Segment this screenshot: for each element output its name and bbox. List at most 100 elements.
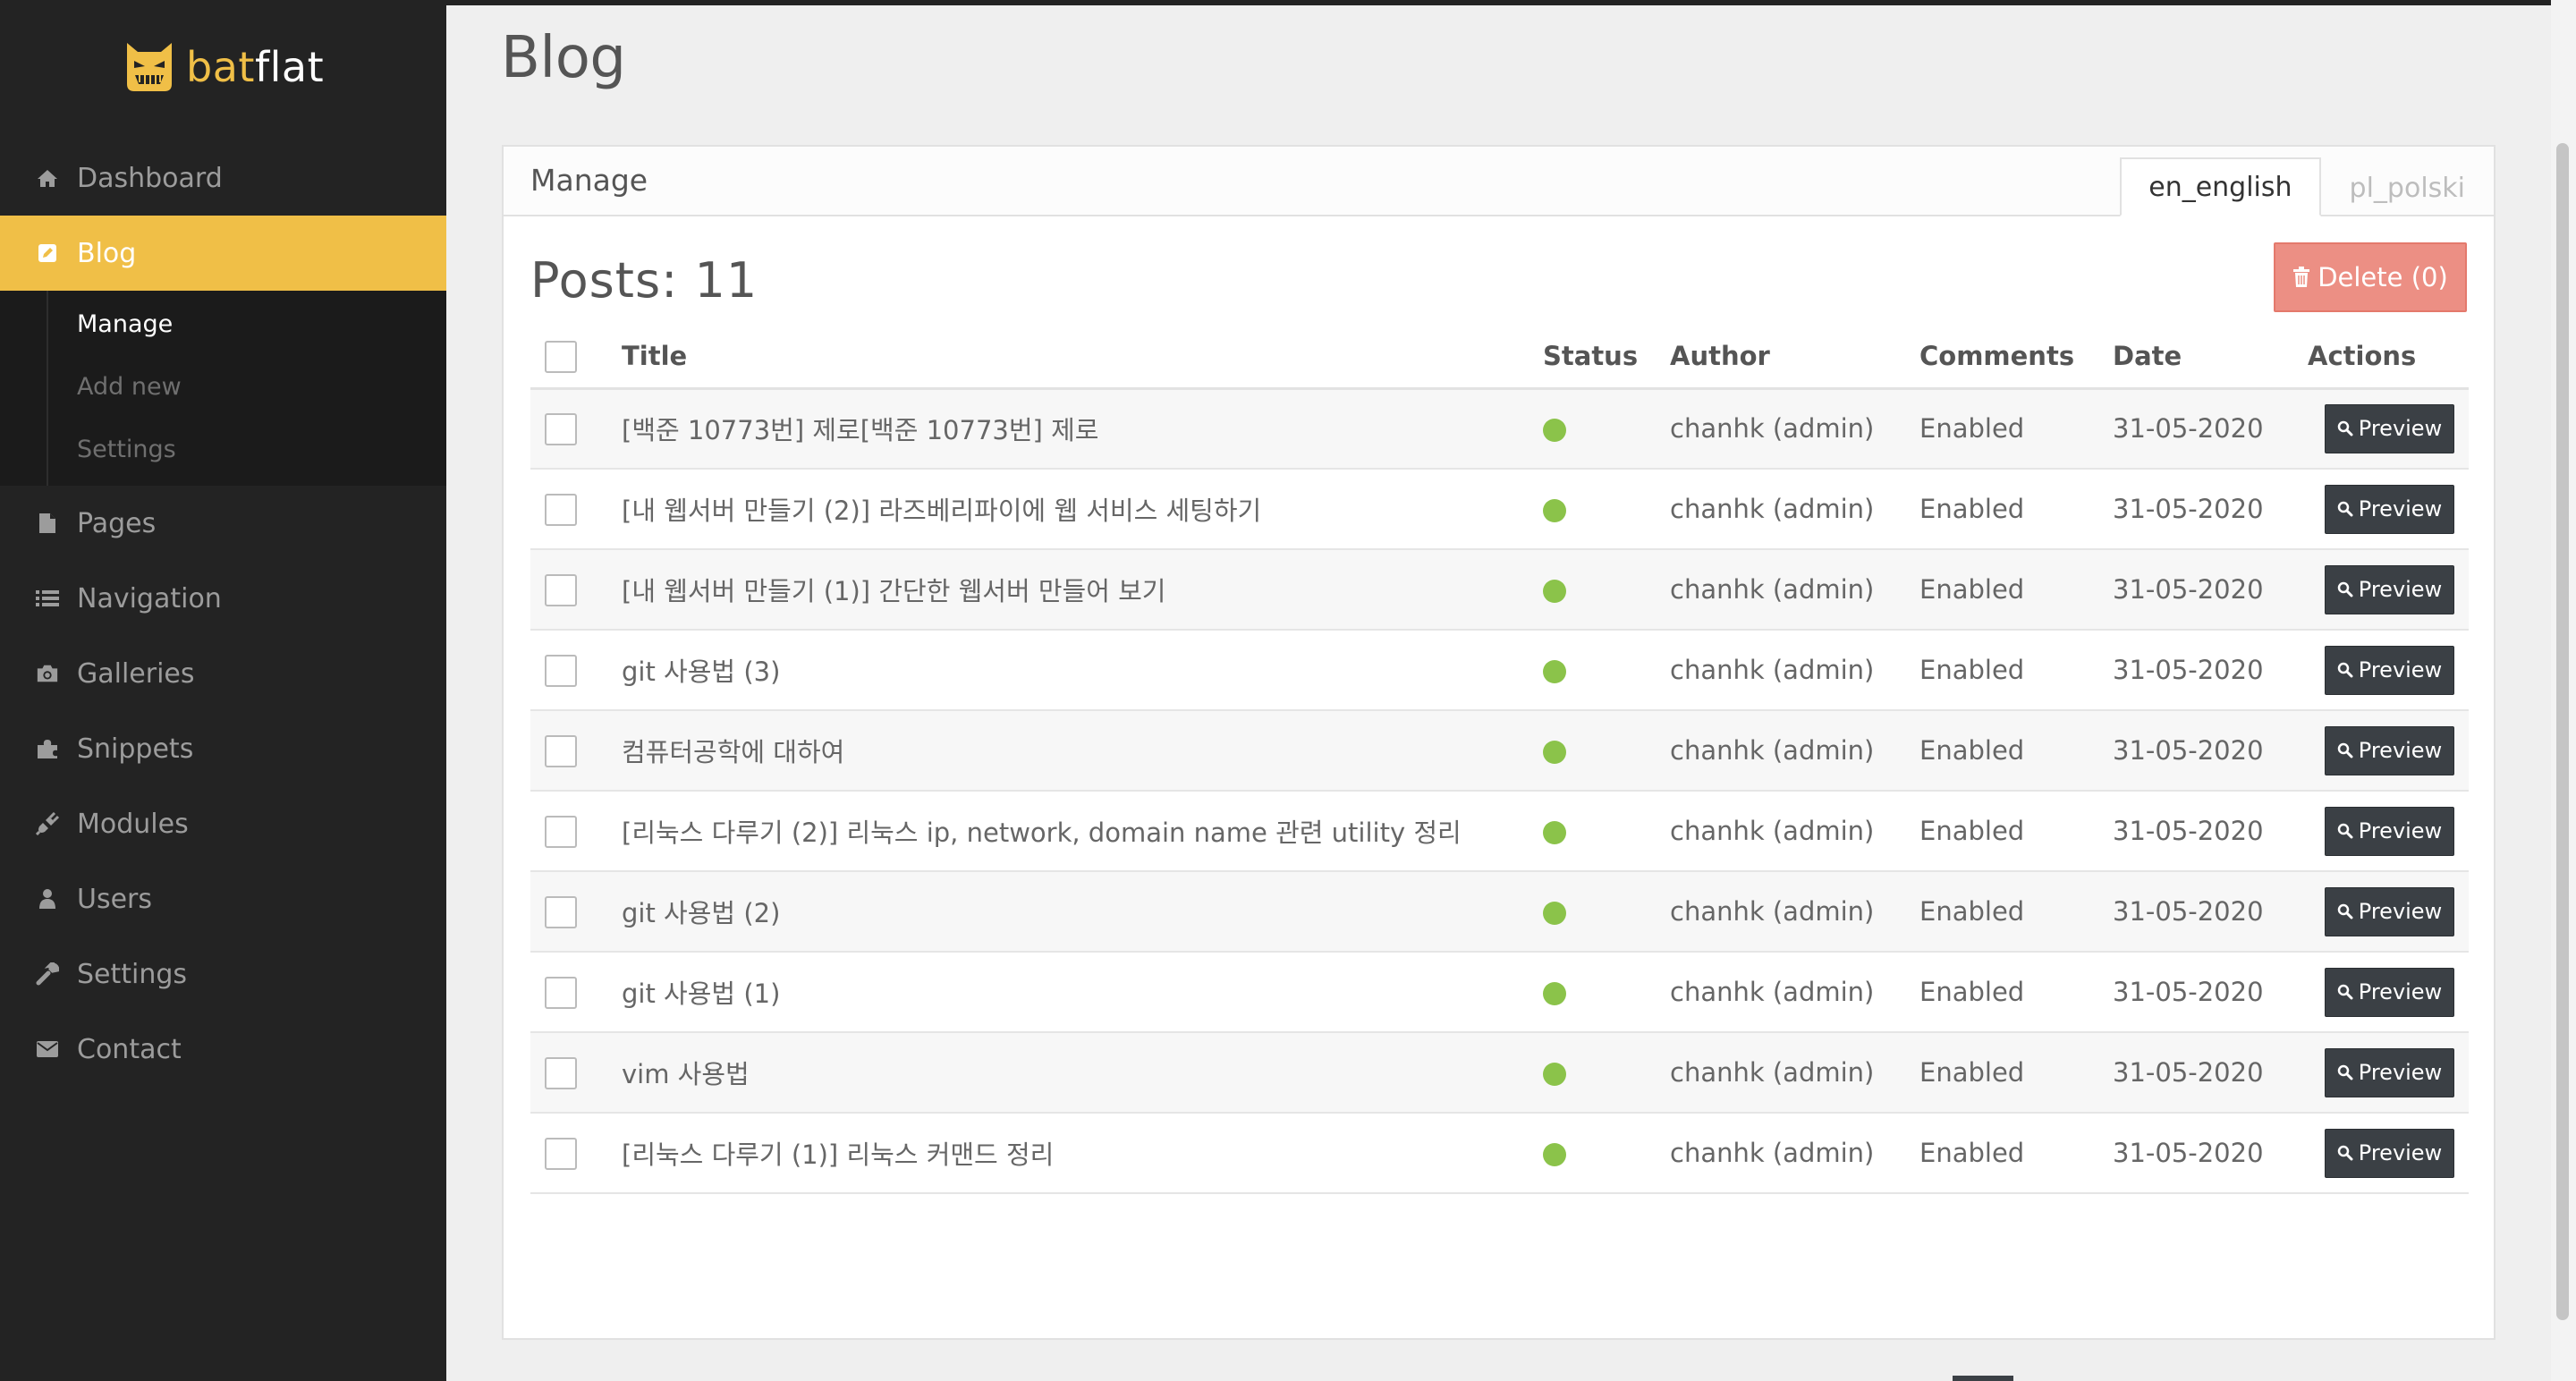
sidebar-item-label: Contact [77,1033,182,1065]
preview-button[interactable]: Preview [2325,886,2454,936]
preview-label: Preview [2358,1060,2443,1085]
table-row: [내 웹서버 만들기 (1)] 간단한 웹서버 만들어 보기 chanhk (ad… [530,549,2469,631]
row-select-cell [530,630,622,711]
preview-label: Preview [2358,416,2443,442]
tab-pl-polski[interactable]: pl_polski [2321,157,2494,216]
post-comments: Enabled [1919,710,2113,792]
row-select-cell [530,469,622,550]
header-status[interactable]: Status [1543,326,1670,390]
post-title[interactable]: [내 웹서버 만들기 (1)] 간단한 웹서버 만들어 보기 [622,549,1543,631]
preview-button[interactable]: Preview [2325,645,2454,695]
post-title[interactable]: [리눅스 다루기 (1)] 리눅스 커맨드 정리 [622,1113,1543,1194]
header-select-all [530,326,622,390]
tab-en-english[interactable]: en_english [2120,157,2321,216]
page-link[interactable]: » [2135,1376,2196,1381]
status-dot [1543,419,1566,443]
row-checkbox[interactable] [545,573,577,606]
actions-cell: Preview [2308,388,2469,470]
status-dot [1543,1143,1566,1166]
panel-header: Manage en_english pl_polski [504,147,2494,216]
subnav-item-settings[interactable]: Settings [0,418,446,480]
row-checkbox[interactable] [545,815,577,848]
page-link[interactable]: 2 [2013,1376,2074,1381]
trash-icon [2292,267,2310,288]
sidebar-item-pages[interactable]: Pages [0,486,446,561]
sidebar-item-settings[interactable]: Settings [0,936,446,1012]
select-all-checkbox[interactable] [545,340,577,373]
status-cell [1543,1032,1670,1114]
post-title[interactable]: vim 사용법 [622,1032,1543,1114]
scrollbar-thumb[interactable] [2556,143,2569,1320]
table-header-row: Title Status Author Comments Date Action… [530,326,2469,390]
post-title[interactable]: git 사용법 (2) [622,871,1543,953]
header-comments[interactable]: Comments [1919,326,2113,390]
row-checkbox[interactable] [545,734,577,767]
preview-button[interactable]: Preview [2325,967,2454,1017]
preview-button[interactable]: Preview [2325,1047,2454,1097]
post-author: chanhk (admin) [1670,469,1919,550]
post-title[interactable]: [리눅스 다루기 (2)] 리눅스 ip, network, domain na… [622,791,1543,872]
sidebar-item-modules[interactable]: Modules [0,786,446,861]
row-checkbox[interactable] [545,493,577,526]
sidebar-item-label: Users [77,883,153,915]
sidebar-item-contact[interactable]: Contact [0,1012,446,1087]
post-comments: Enabled [1919,388,2113,470]
preview-button[interactable]: Preview [2325,725,2454,775]
header-author[interactable]: Author [1670,326,1919,390]
preview-button[interactable]: Preview [2325,564,2454,614]
post-title[interactable]: git 사용법 (3) [622,630,1543,711]
preview-button[interactable]: Preview [2325,403,2454,453]
row-checkbox[interactable] [545,654,577,687]
sidebar-item-galleries[interactable]: Galleries [0,636,446,711]
sidebar-item-blog[interactable]: Blog [0,216,446,291]
sidebar-item-navigation[interactable]: Navigation [0,561,446,636]
table-row: 컴퓨터공학에 대하여 chanhk (admin) Enabled 31-05-202… [530,710,2469,792]
page-link[interactable]: + [2074,1376,2135,1381]
posts-table-body: [백준 10773번] 제로[백준 10773번] 제로 chanhk (admi… [530,388,2469,1194]
header-title[interactable]: Title [622,326,1543,390]
manage-panel: Manage en_english pl_polski Posts: 11 De… [502,145,2496,1381]
sidebar-item-dashboard[interactable]: Dashboard [0,140,446,216]
home-icon [36,166,59,190]
brand[interactable]: batflat [123,38,324,97]
row-checkbox[interactable] [545,412,577,445]
preview-button[interactable]: Preview [2325,1128,2454,1178]
row-select-cell [530,388,622,470]
subnav-item-add-new[interactable]: Add new [0,355,446,418]
post-title[interactable]: [백준 10773번] 제로[백준 10773번] 제로 [622,388,1543,470]
delete-button[interactable]: Delete (0) [2274,242,2467,312]
post-title[interactable]: git 사용법 (1) [622,952,1543,1033]
preview-label: Preview [2358,979,2443,1004]
page-link[interactable]: 1 [1953,1376,2013,1381]
row-checkbox[interactable] [545,976,577,1009]
pagination: «-12+» [1831,1376,2196,1381]
subnav-item-manage[interactable]: Manage [0,292,446,355]
status-cell [1543,388,1670,470]
post-title[interactable]: [내 웹서버 만들기 (2)] 라즈베리파이에 웹 서비스 세팅하기 [622,469,1543,550]
actions-cell: Preview [2308,1113,2469,1194]
row-select-cell [530,1113,622,1194]
file-icon [36,512,59,535]
post-date: 31-05-2020 [2113,549,2308,631]
user-icon [36,887,59,911]
actions-cell: Preview [2308,871,2469,953]
sidebar-item-users[interactable]: Users [0,861,446,936]
preview-button[interactable]: Preview [2325,484,2454,534]
page-link: - [1892,1376,1953,1381]
search-icon [2337,903,2353,919]
sidebar-item-label: Settings [77,958,188,990]
preview-button[interactable]: Preview [2325,806,2454,856]
row-checkbox[interactable] [545,1056,577,1089]
post-date: 31-05-2020 [2113,871,2308,953]
plug-icon [36,812,59,835]
wrench-icon [36,962,59,986]
row-checkbox[interactable] [545,1137,577,1170]
post-author: chanhk (admin) [1670,630,1919,711]
status-cell [1543,791,1670,872]
sidebar-item-snippets[interactable]: Snippets [0,711,446,786]
post-title[interactable]: 컴퓨터공학에 대하여 [622,710,1543,792]
status-dot [1543,1063,1566,1086]
scrollbar-track[interactable] [2551,0,2576,1381]
row-checkbox[interactable] [545,895,577,928]
header-date[interactable]: Date [2113,326,2308,390]
